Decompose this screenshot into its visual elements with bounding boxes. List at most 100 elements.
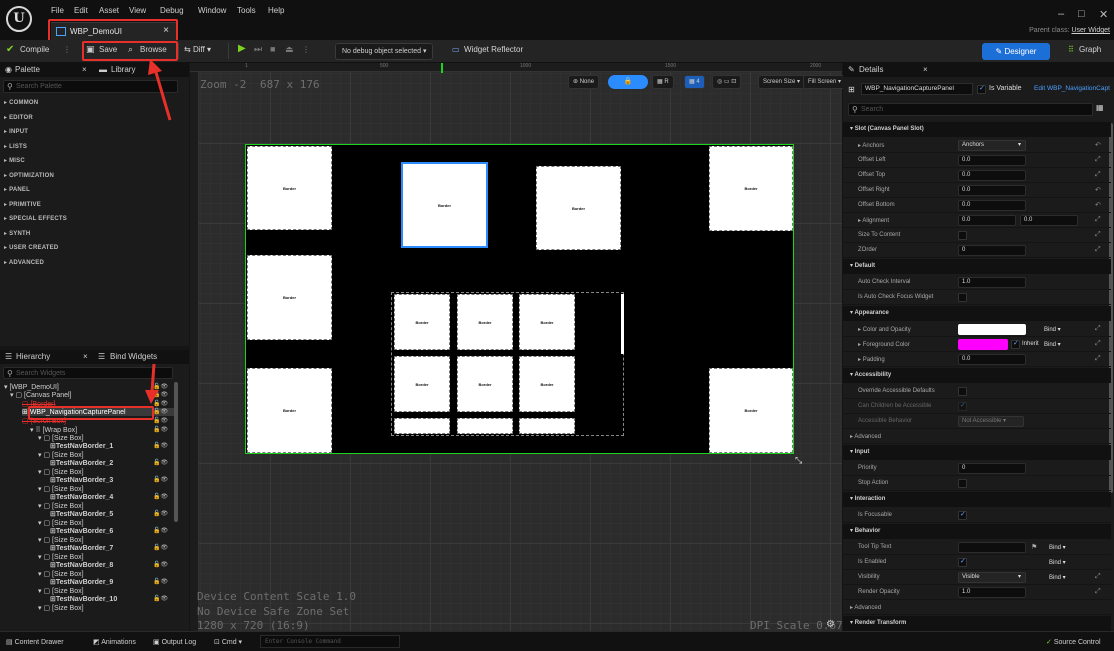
stop-icon[interactable]: ■ — [270, 44, 275, 54]
tree-item[interactable]: ▾ ▢ [Size Box] — [38, 553, 84, 561]
details-tab[interactable]: Details — [859, 63, 883, 77]
widget-name-input[interactable]: WBP_NavigationCapturePanel — [861, 83, 973, 95]
tree-item[interactable]: ⊞TestNavBorder_8 — [50, 561, 113, 569]
visibility-eye-icon[interactable]: 🔓👁 — [153, 595, 168, 602]
size-to-content-checkbox[interactable] — [958, 231, 967, 240]
tree-item[interactable]: ⊞TestNavBorder_2 — [50, 459, 113, 467]
reset-icon[interactable]: ↶ — [1095, 201, 1101, 209]
tree-item[interactable]: ▾ ▢ [Size Box] — [38, 502, 84, 510]
reset-icon[interactable]: ⤢ — [1095, 588, 1101, 596]
nav-border-widget[interactable]: Border — [519, 356, 575, 412]
anchors-dropdown[interactable]: Anchors ▾ — [958, 140, 1026, 151]
palette-category[interactable]: ▸ EDITOR — [4, 114, 33, 121]
play-options-icon[interactable]: ⋮ — [302, 45, 310, 54]
palette-category[interactable]: ▸ PANEL — [4, 186, 30, 193]
override-acc-checkbox[interactable] — [958, 387, 967, 396]
tree-item[interactable]: ⊞TestNavBorder_3 — [50, 476, 113, 484]
nav-border-widget[interactable]: Border — [709, 146, 793, 231]
nav-border-widget[interactable]: Border — [394, 356, 450, 412]
tree-item[interactable]: ▾ ▢ [Size Box] — [38, 519, 84, 527]
animations-button[interactable]: ◩ Animations — [93, 638, 136, 646]
tooltip-input[interactable] — [958, 542, 1026, 553]
hierarchy-tab[interactable]: Hierarchy — [16, 350, 50, 364]
play-icon[interactable]: ▶ — [238, 43, 246, 54]
palette-category[interactable]: ▸ SPECIAL EFFECTS — [4, 215, 67, 222]
tree-item[interactable]: ▢ [Scroll Box] — [22, 417, 66, 425]
inherit-checkbox[interactable] — [1011, 339, 1020, 349]
palette-category[interactable]: ▸ OPTIMIZATION — [4, 172, 54, 179]
visibility-eye-icon[interactable]: 🔓👁 — [153, 408, 168, 415]
palette-category[interactable]: ▸ INPUT — [4, 128, 28, 135]
diff-button[interactable]: ⇆ Diff ▾ — [184, 45, 211, 54]
visibility-eye-icon[interactable]: 🔓👁 — [153, 476, 168, 483]
section-appearance[interactable]: ▾ Appearance — [843, 306, 1111, 321]
section-accessibility[interactable]: ▾ Accessibility — [843, 368, 1111, 383]
menu-window[interactable]: Window — [198, 6, 226, 15]
menu-file[interactable]: File — [51, 6, 64, 15]
hierarchy-close-icon[interactable]: × — [83, 350, 88, 364]
reset-icon[interactable]: ⤢ — [1095, 340, 1101, 348]
alignment-y-input[interactable]: 0.0 — [1020, 215, 1078, 226]
offset-right-input[interactable]: 0.0 — [958, 185, 1026, 196]
dpi-settings-gear-icon[interactable]: ⚙ — [826, 619, 835, 630]
bind-dropdown[interactable]: Bind ▾ — [1044, 326, 1061, 333]
reset-icon[interactable]: ↶ — [1095, 141, 1101, 149]
nav-border-widget[interactable]: Border — [247, 146, 332, 230]
foreground-color-swatch[interactable] — [958, 339, 1008, 350]
edit-widget-link[interactable]: Edit WBP_NavigationCapt — [1034, 85, 1110, 92]
tree-item[interactable]: ▾ ▢ [Size Box] — [38, 485, 84, 493]
reset-icon[interactable]: ⤢ — [1095, 246, 1101, 254]
compile-button[interactable]: Compile — [20, 45, 49, 54]
close-window-button[interactable]: ✕ — [1099, 8, 1108, 21]
is-enabled-checkbox[interactable] — [958, 557, 967, 567]
hierarchy-scrollbar[interactable] — [174, 382, 178, 522]
is-auto-check-checkbox[interactable] — [958, 293, 967, 302]
auto-check-input[interactable]: 1.0 — [958, 277, 1026, 288]
grid-snap-button[interactable]: ▦ 4 — [684, 75, 705, 89]
visibility-eye-icon[interactable]: 🔓👁 — [153, 527, 168, 534]
reset-icon[interactable]: ⤢ — [1095, 573, 1101, 581]
output-log-button[interactable]: ▣ Output Log — [153, 638, 196, 646]
palette-tab[interactable]: Palette — [15, 63, 40, 77]
tree-item[interactable]: ▾ ▢ [Size Box] — [38, 570, 84, 578]
details-close-icon[interactable]: × — [923, 63, 928, 77]
menu-debug[interactable]: Debug — [160, 6, 184, 15]
alignment-x-input[interactable]: 0.0 — [958, 215, 1016, 226]
bind-dropdown[interactable]: Bind ▾ — [1049, 574, 1066, 581]
cmd-dropdown[interactable]: ⊡ Cmd ▾ — [214, 638, 242, 646]
padding-input[interactable]: 0.0 — [958, 354, 1026, 365]
nav-border-widget[interactable] — [394, 418, 450, 434]
prop-advanced[interactable]: ▸ Advanced — [843, 429, 1111, 444]
section-render-transform[interactable]: ▾ Render Transform — [843, 616, 1111, 631]
tree-item[interactable]: ▾ ▢ [Size Box] — [38, 587, 84, 595]
palette-category[interactable]: ▸ SYNTH — [4, 230, 30, 237]
palette-category[interactable]: ▸ LISTS — [4, 143, 27, 150]
compile-options-icon[interactable]: ⋮ — [63, 45, 71, 54]
source-control-button[interactable]: ✓ Source Control — [1046, 638, 1101, 646]
visibility-eye-icon[interactable]: 🔓👁 — [153, 426, 168, 433]
section-input[interactable]: ▾ Input — [843, 445, 1111, 460]
reset-icon[interactable]: ⤢ — [1095, 325, 1101, 333]
offset-bottom-input[interactable]: 0.0 — [958, 200, 1026, 211]
widget-reflector-button[interactable]: Widget Reflector — [464, 45, 523, 54]
palette-category[interactable]: ▸ COMMON — [4, 99, 38, 106]
stop-action-checkbox[interactable] — [958, 479, 967, 488]
nav-border-widget[interactable]: Border — [536, 166, 621, 250]
tree-item[interactable]: ▾ ▢ [Size Box] — [38, 434, 84, 442]
tree-item[interactable]: ▾ [WBP_DemoUI] — [4, 383, 59, 391]
section-slot[interactable]: ▾ Slot (Canvas Panel Slot) — [843, 122, 1111, 137]
acc-behavior-dropdown[interactable]: Not Accessible ▾ — [958, 416, 1024, 427]
reset-icon[interactable]: ↶ — [1095, 186, 1101, 194]
bind-dropdown[interactable]: Bind ▾ — [1049, 544, 1066, 551]
section-interaction[interactable]: ▾ Interaction — [843, 492, 1111, 507]
is-focusable-checkbox[interactable] — [958, 510, 967, 520]
reset-icon[interactable]: ⤢ — [1095, 231, 1101, 239]
reset-icon[interactable]: ⤢ — [1095, 156, 1101, 164]
tree-item[interactable]: ▾ ▢ [Size Box] — [38, 451, 84, 459]
palette-category[interactable]: ▸ USER CREATED — [4, 244, 58, 251]
menu-edit[interactable]: Edit — [74, 6, 88, 15]
library-tab[interactable]: Library — [111, 63, 135, 77]
section-behavior[interactable]: ▾ Behavior — [843, 524, 1111, 539]
color-opacity-swatch[interactable] — [958, 324, 1026, 335]
resize-handle-icon[interactable]: ⤡ — [795, 455, 802, 466]
